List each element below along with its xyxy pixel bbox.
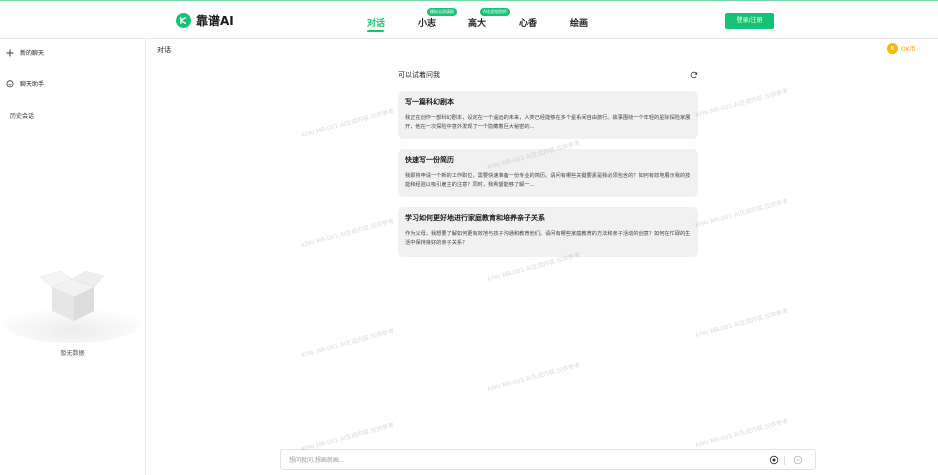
nav-tab-xinxiang[interactable]: 心香 [519,16,537,29]
input-separator [784,456,785,465]
nav-tab-xiaozhi[interactable]: 小志 [418,16,436,29]
empty-box-illustration [0,245,145,345]
watermark: KPAI MR-001 AI生成内容,仅供参考 [694,87,789,120]
watermark: KPAI MR-001 AI生成内容,仅供参考 [486,361,581,394]
page-title: 对话 [157,46,171,54]
suggestion-card-desc: 我正在创作一部科幻剧本，设定在一个遥远的未来，人类已经能够在多个星系间自由旅行。… [405,115,691,130]
watermark: KPAI MR-001 AI生成内容,仅供参考 [694,197,789,230]
empty-state-text: 暂无数据 [60,350,85,357]
suggestion-card-title: 快速写一份简历 [405,156,454,164]
suggestion-card-scifi[interactable]: 写一篇科幻剧本 我正在创作一部科幻剧本，设定在一个遥远的未来，人类已经能够在多个… [398,91,698,139]
plus-icon [6,49,14,57]
chat-input-box[interactable] [280,449,816,470]
suggestion-card-parenting[interactable]: 学习如何更好地进行家庭教育和培养亲子关系 作为父母，我想要了解如何更有效地与孩子… [398,207,698,257]
suggestion-card-desc: 作为父母，我想要了解如何更有效地与孩子沟通和教育他们。请问有哪些家庭教育的方法和… [405,231,691,246]
history-label: 历史会话 [10,113,35,120]
logo[interactable]: 靠谱AI [176,12,234,29]
login-button[interactable]: 登录/注册 [725,13,774,29]
coin-icon: K [887,43,898,54]
ok-coin-balance[interactable]: K OK币 [887,43,916,54]
top-bar: 靠谱AI 对话 模拟志愿填报 小志 AI志愿规划师 高大 心香 绘画 登录/注册 [0,0,938,38]
nav-badge-gaoda: AI志愿规划师 [480,8,510,16]
target-icon[interactable] [769,455,779,465]
chat-assistant-label: 聊天助手 [20,81,45,88]
chat-input[interactable] [289,454,759,466]
coin-label: OK币 [901,46,916,53]
suggestion-card-resume[interactable]: 快速写一份简历 我即将申请一个新的工作职位，需要快速准备一份专业的简历。请问有哪… [398,149,698,197]
watermark: KPAI MR-001 AI生成内容,仅供参考 [694,307,789,340]
nav-tab-chat[interactable]: 对话 [367,16,385,29]
suggestion-card-title: 学习如何更好地进行家庭教育和培养亲子关系 [405,214,545,222]
new-chat-button[interactable]: 新的聊天 [6,48,44,57]
new-chat-label: 新的聊天 [20,50,45,57]
sidebar-divider [145,38,146,475]
refresh-icon[interactable] [690,71,698,79]
nav-active-indicator [367,30,384,32]
suggestion-card-title: 写一篇科幻剧本 [405,98,454,106]
header-divider [0,38,938,39]
suggestions-title: 可以试着问我 [398,71,440,79]
nav-tab-painting[interactable]: 绘画 [570,16,588,29]
watermark: KPAI MR-001 AI生成内容,仅供参考 [300,107,395,140]
send-icon[interactable] [793,455,803,465]
watermark: KPAI MR-001 AI生成内容,仅供参考 [300,327,395,360]
chat-assistant-button[interactable]: 聊天助手 [6,79,44,88]
suggestion-card-desc: 我即将申请一个新的工作职位，需要快速准备一份专业的简历。请问有哪些关键要素是我必… [405,173,691,188]
logo-icon [176,13,191,28]
logo-text: 靠谱AI [196,14,234,28]
watermark: KPAI MR-001 AI生成内容,仅供参考 [300,217,395,250]
watermark: KPAI MR-001 AI生成内容,仅供参考 [694,417,789,450]
nav-tab-gaoda[interactable]: 高大 [468,16,486,29]
nav-badge-xiaozhi: 模拟志愿填报 [427,8,457,16]
chat-bubble-icon [6,79,14,88]
